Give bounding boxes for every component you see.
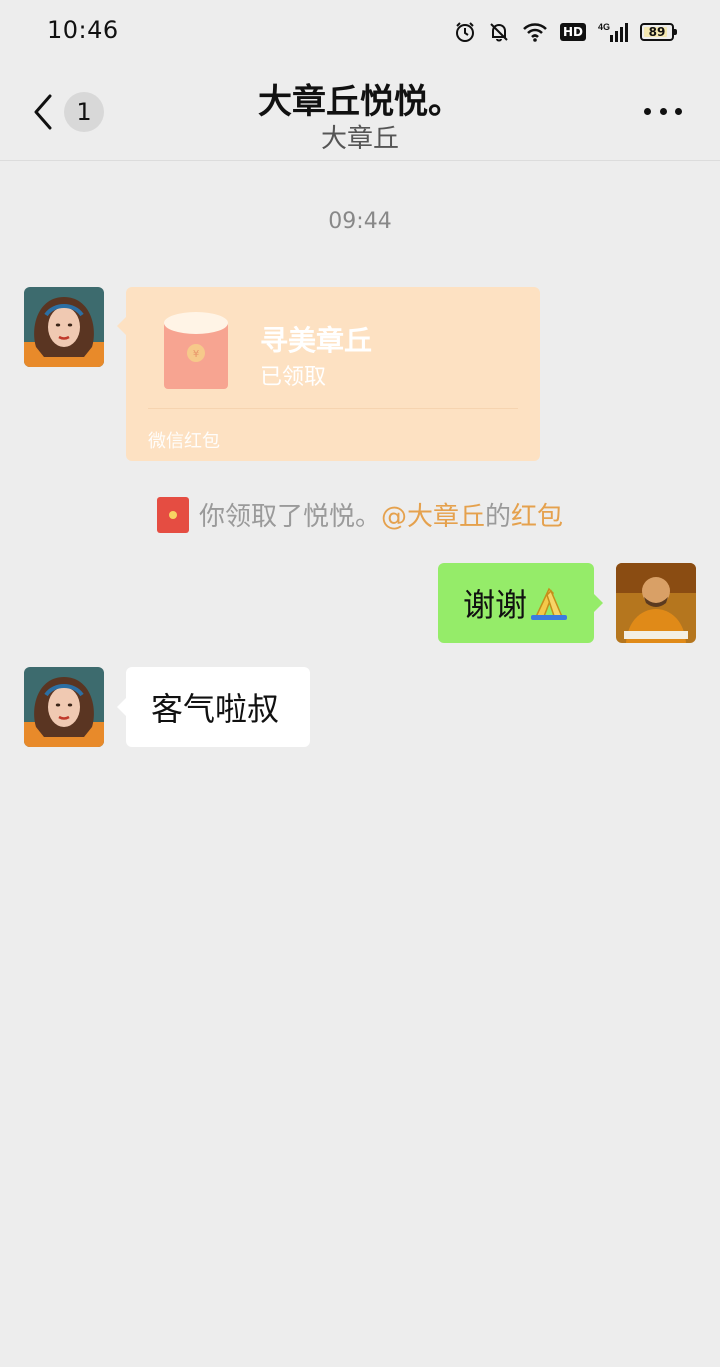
red-packet-icon bbox=[156, 496, 189, 533]
status-bar: 10:46 HD 4G 89 bbox=[0, 0, 720, 64]
my-message-bubble[interactable]: 谢谢 bbox=[438, 563, 603, 643]
battery-icon: 89 bbox=[640, 23, 677, 41]
signal-icon: 4G bbox=[598, 22, 628, 42]
monk-portrait-avatar bbox=[616, 563, 696, 643]
chat-header: 1 大章丘悦悦。 大章丘 bbox=[0, 64, 720, 161]
red-packet-status: 已领取 bbox=[260, 365, 327, 390]
woman-portrait-avatar bbox=[24, 287, 104, 367]
message-timestamp: 09:44 bbox=[328, 209, 392, 234]
battery-percentage: 89 bbox=[648, 25, 666, 39]
contact-avatar[interactable] bbox=[24, 667, 104, 747]
svg-text:4G: 4G bbox=[598, 22, 610, 32]
their-message-text: 客气啦叔 bbox=[151, 690, 280, 728]
red-packet-card[interactable]: ¥ 寻美章丘 已领取 微信红包 bbox=[117, 287, 540, 461]
red-packet-title: 寻美章丘 bbox=[260, 324, 373, 357]
pray-emoji-icon bbox=[531, 587, 567, 620]
alarm-icon bbox=[455, 22, 474, 42]
mention-link[interactable]: @大章丘 bbox=[381, 502, 485, 532]
system-note-middle: 的 bbox=[485, 502, 512, 532]
my-message-text: 谢谢 bbox=[463, 586, 528, 624]
chat-title: 大章丘悦悦。 bbox=[258, 82, 462, 122]
status-time: 10:46 bbox=[47, 16, 119, 44]
more-dots-icon[interactable] bbox=[644, 108, 682, 116]
wifi-icon bbox=[523, 23, 547, 42]
woman-portrait-avatar bbox=[24, 667, 104, 747]
contact-avatar[interactable] bbox=[24, 287, 104, 367]
my-avatar[interactable] bbox=[616, 563, 696, 643]
system-note: 你领取了悦悦。@大章丘的红包 bbox=[0, 496, 720, 533]
mute-bell-icon bbox=[490, 23, 508, 42]
hd-icon: HD bbox=[559, 23, 586, 41]
svg-text:¥: ¥ bbox=[193, 349, 199, 360]
red-packet-link[interactable]: 红包 bbox=[511, 502, 563, 532]
red-packet-footer: 微信红包 bbox=[148, 431, 220, 452]
chat-subtitle: 大章丘 bbox=[320, 124, 399, 154]
system-note-prefix: 你领取了悦悦。 bbox=[198, 502, 381, 532]
divider bbox=[148, 408, 518, 409]
their-message-bubble[interactable]: 客气啦叔 bbox=[117, 667, 310, 747]
red-envelope-icon: ¥ bbox=[164, 312, 228, 389]
status-icons: HD 4G 89 bbox=[454, 18, 677, 46]
